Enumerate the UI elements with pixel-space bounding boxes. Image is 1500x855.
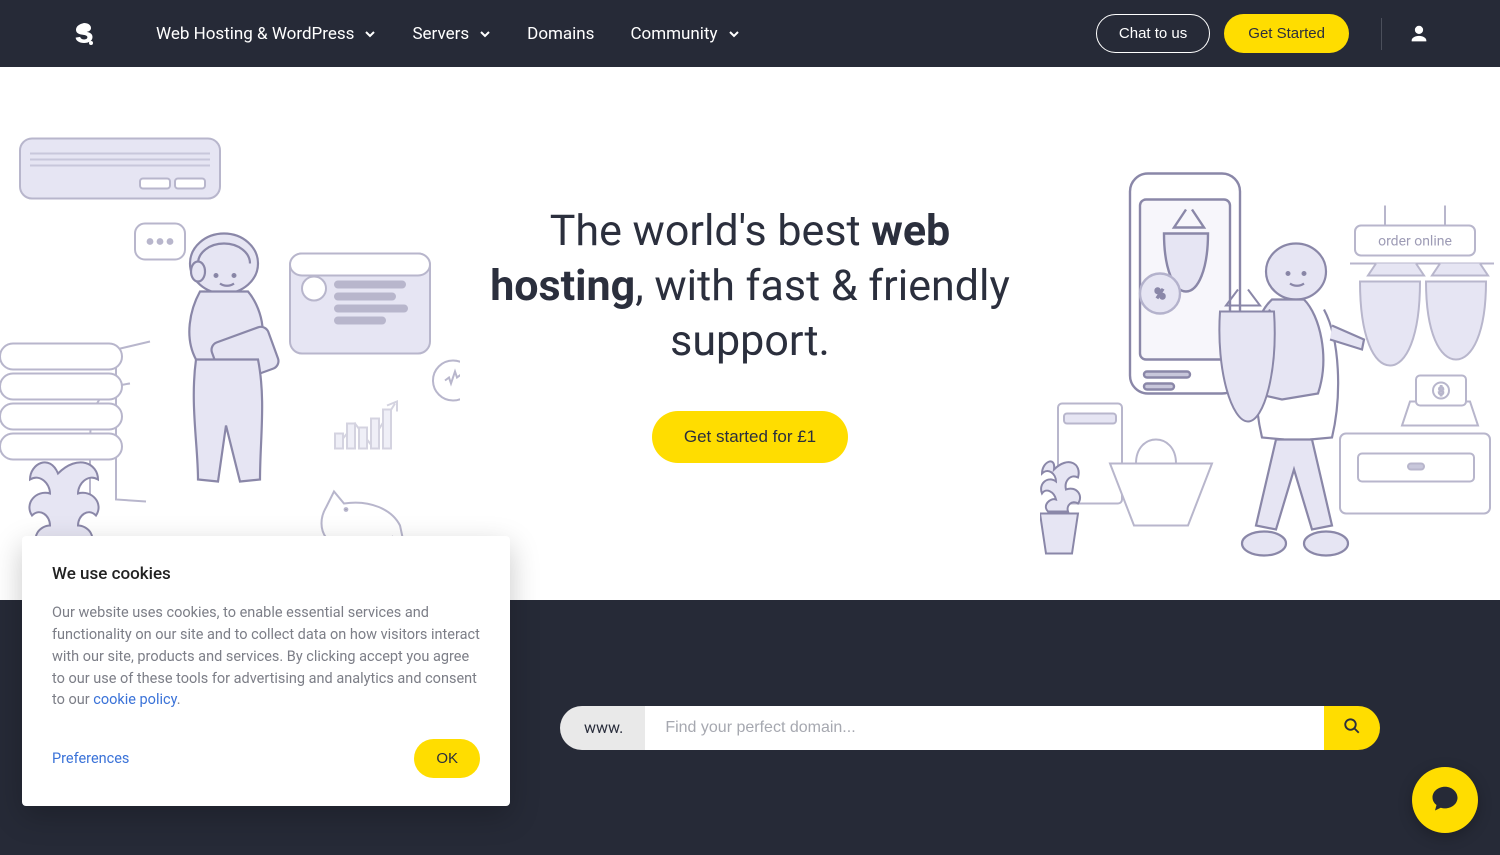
brand-logo[interactable]: [70, 21, 96, 47]
cookie-body-tail: .: [177, 691, 181, 708]
nav-item-community[interactable]: Community: [630, 24, 739, 44]
chat-icon: [1430, 783, 1460, 817]
chat-fab[interactable]: [1412, 767, 1478, 833]
hero-title-pre: The world's best: [550, 206, 872, 256]
search-icon: [1343, 717, 1361, 738]
chevron-down-icon: [728, 28, 740, 40]
nav-item-label: Community: [630, 24, 717, 44]
hero-illustration-left: [0, 97, 460, 600]
cookie-heading: We use cookies: [52, 564, 480, 584]
domain-search: www.: [560, 706, 1380, 750]
nav-item-web-hosting[interactable]: Web Hosting & WordPress: [156, 24, 376, 44]
svg-text:%: %: [1155, 287, 1165, 303]
chat-to-us-button[interactable]: Chat to us: [1096, 14, 1210, 53]
hero-copy: The world's best web hosting, with fast …: [470, 204, 1030, 463]
chevron-down-icon: [479, 28, 491, 40]
nav-divider: [1381, 18, 1382, 50]
domain-search-input[interactable]: [645, 706, 1324, 750]
domain-search-prefix: www.: [560, 706, 645, 750]
svg-text:$: $: [1438, 385, 1444, 398]
nav-items: Web Hosting & WordPress Servers Domains …: [156, 24, 1096, 44]
cookie-preferences-link[interactable]: Preferences: [52, 750, 129, 767]
cookie-policy-link[interactable]: cookie policy: [93, 691, 176, 708]
hero-title-post: , with fast & friendly support.: [635, 261, 1010, 366]
hero-title: The world's best web hosting, with fast …: [470, 204, 1030, 369]
hero: The world's best web hosting, with fast …: [0, 67, 1500, 600]
user-icon[interactable]: [1408, 23, 1430, 45]
nav-item-label: Servers: [412, 24, 469, 44]
order-online-sign-text: order online: [1378, 234, 1452, 250]
hero-illustration-right: order online %: [1040, 97, 1500, 600]
nav-item-label: Web Hosting & WordPress: [156, 24, 354, 44]
cookie-ok-button[interactable]: OK: [414, 739, 480, 778]
top-nav: Web Hosting & WordPress Servers Domains …: [0, 0, 1500, 67]
nav-item-domains[interactable]: Domains: [527, 24, 594, 44]
get-started-button[interactable]: Get Started: [1224, 14, 1349, 53]
nav-item-label: Domains: [527, 24, 594, 44]
hero-cta-button[interactable]: Get started for £1: [652, 411, 848, 463]
nav-item-servers[interactable]: Servers: [412, 24, 491, 44]
chevron-down-icon: [364, 28, 376, 40]
cookie-body: Our website uses cookies, to enable esse…: [52, 602, 480, 711]
nav-right: Chat to us Get Started: [1096, 14, 1430, 53]
domain-search-button[interactable]: [1324, 706, 1380, 750]
cookie-banner: We use cookies Our website uses cookies,…: [22, 536, 510, 806]
